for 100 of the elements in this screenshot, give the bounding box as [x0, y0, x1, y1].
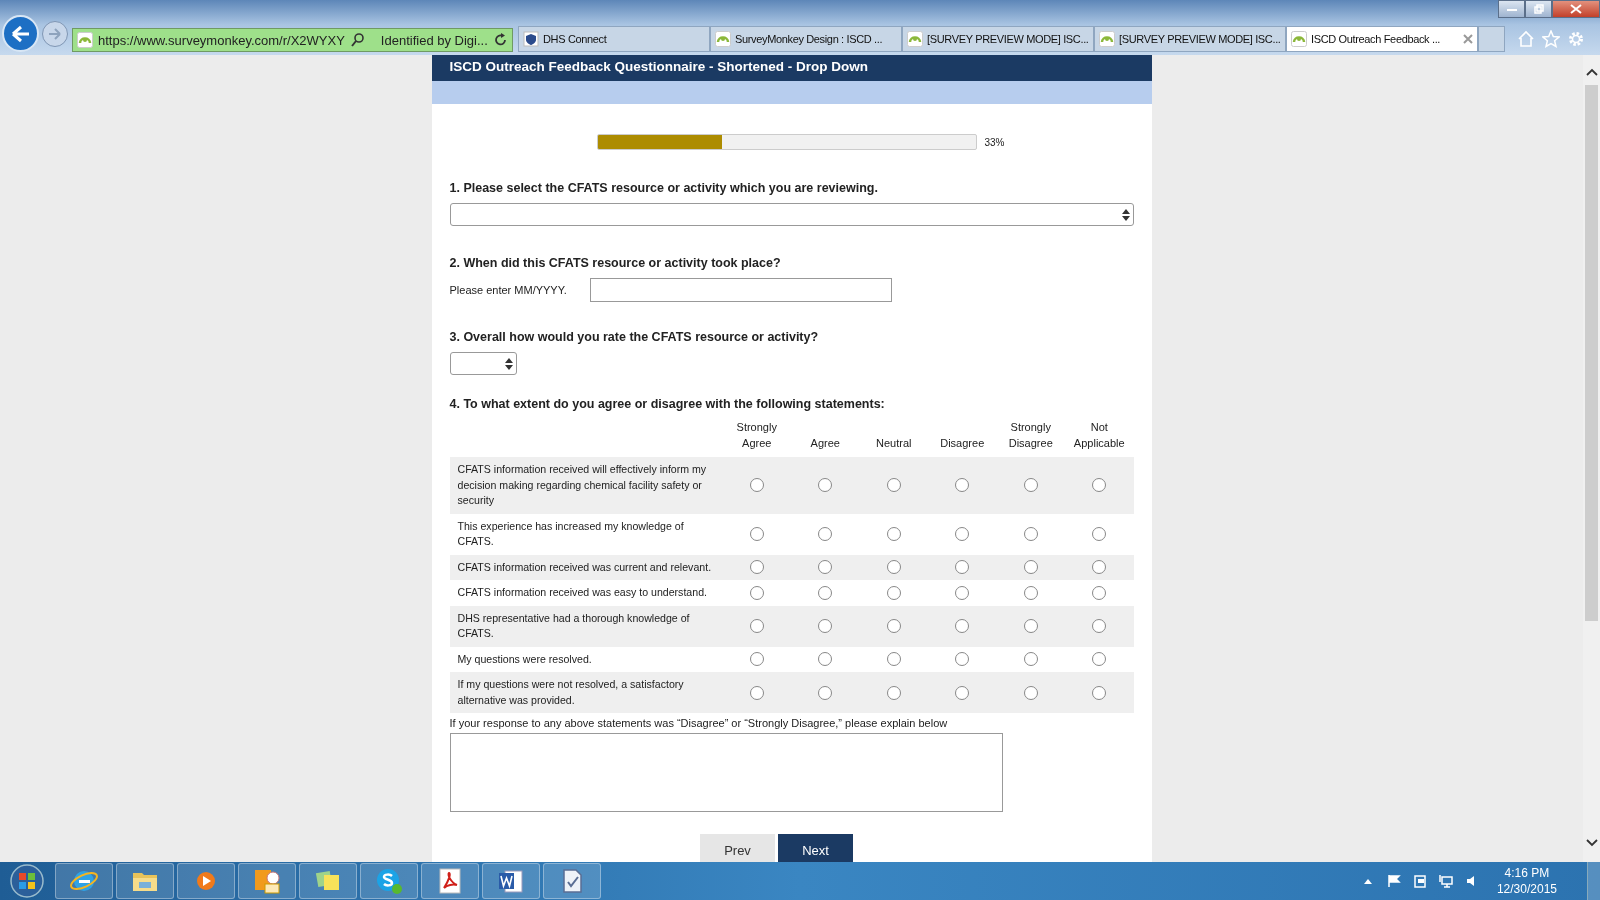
radio-button[interactable] [955, 619, 970, 633]
search-icon[interactable] [349, 32, 366, 48]
progress-label: 33% [984, 136, 1006, 148]
comment-prompt: If your response to any above statements was “Disagree” or “Strongly Disagree,” please explain below [449, 717, 949, 729]
dropdown-arrows-icon [504, 357, 513, 370]
statement-text: My questions were resolved. [457, 651, 592, 667]
monkey-logo-icon [907, 31, 923, 47]
star-icon[interactable] [1542, 30, 1560, 48]
radio-button[interactable] [1023, 560, 1038, 575]
radio-button[interactable] [1023, 527, 1038, 541]
radio-button[interactable] [749, 652, 764, 667]
radio-button[interactable] [1023, 652, 1038, 667]
browser-tab[interactable]: DHS Connect [518, 26, 710, 52]
tab-title: DHS Connect [543, 33, 607, 45]
refresh-icon[interactable] [492, 32, 509, 48]
browser-tab[interactable]: SurveyMonkey Design : ISCD ... [710, 26, 902, 52]
radio-button[interactable] [749, 527, 764, 541]
column-header: Strongly Agree [735, 420, 778, 451]
statement-text: If my questions were not resolved, a satisfactory alternative was provided. [457, 677, 685, 708]
column-header: Neutral [876, 436, 912, 451]
radio-button[interactable] [1092, 527, 1107, 541]
tab-title: SurveyMonkey Design : ISCD ... [735, 33, 883, 45]
radio-button[interactable] [818, 685, 833, 700]
radio-button[interactable] [886, 619, 901, 633]
settings-icon[interactable] [1567, 30, 1585, 48]
radio-button[interactable] [955, 585, 970, 600]
radio-button[interactable] [955, 478, 970, 493]
radio-button[interactable] [1023, 619, 1038, 633]
clock[interactable]: 4:16 PM 12/30/2015 [1496, 865, 1557, 897]
close-button[interactable] [1552, 0, 1600, 18]
new-tab-button[interactable] [1478, 26, 1505, 52]
scroll-down-icon[interactable] [1585, 838, 1598, 848]
dropdown-field[interactable] [449, 203, 1134, 226]
radio-button[interactable] [749, 560, 764, 575]
radio-button[interactable] [1092, 560, 1107, 575]
tab-title: [SURVEY PREVIEW MODE] ISC... [1119, 33, 1281, 45]
radio-button[interactable] [1023, 685, 1038, 700]
radio-button[interactable] [818, 619, 833, 633]
radio-button[interactable] [1092, 652, 1107, 667]
network-icon[interactable] [1438, 874, 1453, 888]
radio-button[interactable] [1092, 619, 1107, 633]
minimize-button[interactable] [1498, 0, 1525, 18]
taskbar-item[interactable] [116, 863, 174, 899]
scrollbar[interactable] [1583, 55, 1600, 862]
radio-button[interactable] [818, 652, 833, 667]
taskbar-item[interactable] [299, 863, 357, 899]
taskbar-item[interactable] [360, 863, 418, 899]
radio-button[interactable] [955, 527, 970, 541]
radio-button[interactable] [1092, 685, 1107, 700]
radio-button[interactable] [886, 478, 901, 493]
taskbar-item[interactable] [543, 863, 601, 899]
statement-text: CFATS information received will effectively inform my decision making regarding chemical facility safety or security [457, 462, 708, 508]
radio-button[interactable] [886, 652, 901, 667]
rating-dropdown[interactable] [449, 352, 517, 375]
monkey-logo-icon [1099, 31, 1115, 47]
forward-button[interactable] [42, 20, 68, 47]
radio-button[interactable] [1092, 478, 1107, 493]
taskbar-item[interactable] [482, 863, 540, 899]
radio-button[interactable] [886, 560, 901, 575]
dropdown-arrows-icon [1121, 208, 1130, 221]
browser-tab[interactable]: ISCD Outreach Feedback ... [1286, 26, 1478, 52]
radio-button[interactable] [749, 685, 764, 700]
radio-button[interactable] [749, 619, 764, 633]
statement-text: This experience has increased my knowledge of CFATS. [457, 518, 685, 549]
radio-button[interactable] [818, 560, 833, 575]
radio-button[interactable] [749, 478, 764, 493]
home-icon[interactable] [1517, 30, 1535, 48]
radio-button[interactable] [1092, 585, 1107, 600]
statement-text: CFATS information received was easy to understand. [457, 585, 707, 600]
column-header: Agree [810, 436, 840, 451]
radio-button[interactable] [886, 685, 901, 700]
next-button[interactable]: Next [778, 834, 853, 862]
prev-button[interactable]: Prev [700, 834, 775, 862]
radio-button[interactable] [1023, 478, 1038, 493]
comment-text-area[interactable] [449, 733, 1003, 812]
url-text: https://www.surveymonkey.com/r/X2WYXY [98, 32, 345, 48]
radio-button[interactable] [955, 560, 970, 575]
radio-button[interactable] [818, 478, 833, 493]
taskbar-item[interactable] [421, 863, 479, 899]
tab-title: ISCD Outreach Feedback ... [1311, 33, 1441, 45]
browser-tab[interactable]: [SURVEY PREVIEW MODE] ISC... [902, 26, 1094, 52]
radio-button[interactable] [955, 685, 970, 700]
radio-button[interactable] [818, 585, 833, 600]
scroll-thumb[interactable] [1585, 85, 1598, 621]
close-icon[interactable] [1463, 34, 1473, 44]
date-input-field[interactable] [589, 278, 892, 302]
scroll-up-icon[interactable] [1585, 67, 1598, 77]
back-button[interactable] [2, 15, 39, 52]
radio-button[interactable] [886, 527, 901, 541]
radio-button[interactable] [818, 527, 833, 541]
address-bar[interactable]: https://www.surveymonkey.com/r/X2WYXY Identified by Digi... [72, 28, 513, 52]
identity-text[interactable]: Identified by Digi... [380, 32, 488, 48]
radio-button[interactable] [955, 652, 970, 667]
radio-button[interactable] [1023, 585, 1038, 600]
flag-icon[interactable] [1386, 874, 1401, 888]
radio-button[interactable] [886, 585, 901, 600]
restore-button[interactable] [1525, 0, 1552, 18]
taskbar-item[interactable] [238, 863, 296, 899]
radio-button[interactable] [749, 585, 764, 600]
browser-tab[interactable]: [SURVEY PREVIEW MODE] ISC... [1094, 26, 1286, 52]
